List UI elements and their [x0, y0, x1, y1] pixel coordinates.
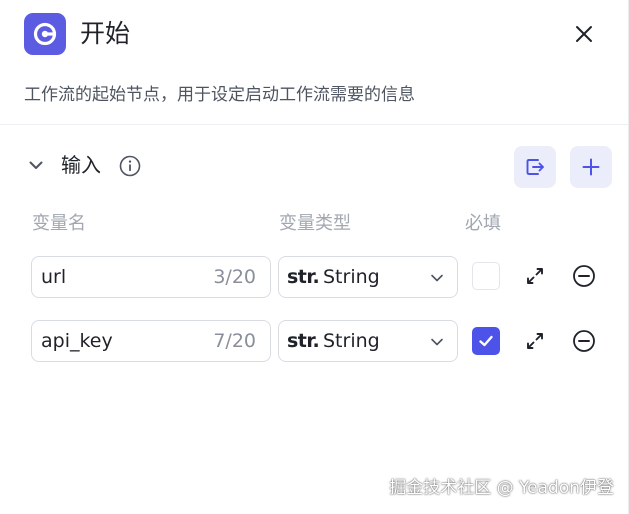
expand-button[interactable] — [521, 262, 549, 290]
variable-name-value: api_key — [41, 330, 113, 352]
variable-name-input[interactable]: api_key 7/20 — [31, 320, 271, 362]
chevron-down-icon — [429, 270, 445, 286]
expand-icon — [527, 268, 543, 284]
close-button[interactable] — [568, 18, 600, 50]
variable-type-select[interactable]: str. String — [278, 320, 458, 362]
add-variable-button[interactable] — [570, 146, 612, 188]
expand-button[interactable] — [521, 327, 549, 355]
panel-title: 开始 — [80, 19, 131, 48]
type-prefix: str. — [287, 266, 320, 288]
type-prefix: str. — [287, 330, 320, 352]
chevron-down-icon — [429, 334, 445, 350]
divider — [0, 124, 629, 125]
column-header-name: 变量名 — [32, 213, 86, 234]
add-icon — [582, 158, 600, 176]
panel-header: 开始 — [0, 0, 629, 70]
start-node-icon — [24, 13, 66, 55]
variable-name-input[interactable]: url 3/20 — [31, 256, 271, 298]
watermark: 掘金技术社区 @ Yeadon伊登 — [389, 478, 614, 498]
type-value: String — [323, 330, 380, 352]
minus-circle-icon — [573, 265, 595, 287]
start-node-panel: 开始 工作流的起始节点，用于设定启动工作流需要的信息 输入 变量名 变量类型 必… — [0, 0, 629, 514]
info-icon[interactable] — [118, 154, 141, 177]
type-value: String — [323, 266, 380, 288]
check-icon — [479, 335, 493, 347]
section-collapse-toggle[interactable] — [24, 152, 48, 178]
import-icon — [526, 159, 544, 175]
char-count: 3/20 — [213, 266, 256, 288]
chevron-down-icon — [29, 161, 43, 169]
remove-button[interactable] — [570, 262, 598, 290]
variable-type-select[interactable]: str. String — [278, 256, 458, 298]
required-checkbox[interactable] — [472, 327, 500, 355]
import-button[interactable] — [514, 146, 556, 188]
close-icon — [576, 26, 592, 42]
column-header-type: 变量类型 — [279, 213, 351, 234]
remove-button[interactable] — [570, 327, 598, 355]
expand-icon — [527, 333, 543, 349]
minus-circle-icon — [573, 330, 595, 352]
required-checkbox[interactable] — [472, 262, 500, 290]
node-description: 工作流的起始节点，用于设定启动工作流需要的信息 — [24, 85, 415, 105]
variable-name-value: url — [41, 266, 67, 288]
column-header-required: 必填 — [465, 213, 501, 234]
char-count: 7/20 — [213, 330, 256, 352]
section-title: 输入 — [61, 153, 101, 177]
